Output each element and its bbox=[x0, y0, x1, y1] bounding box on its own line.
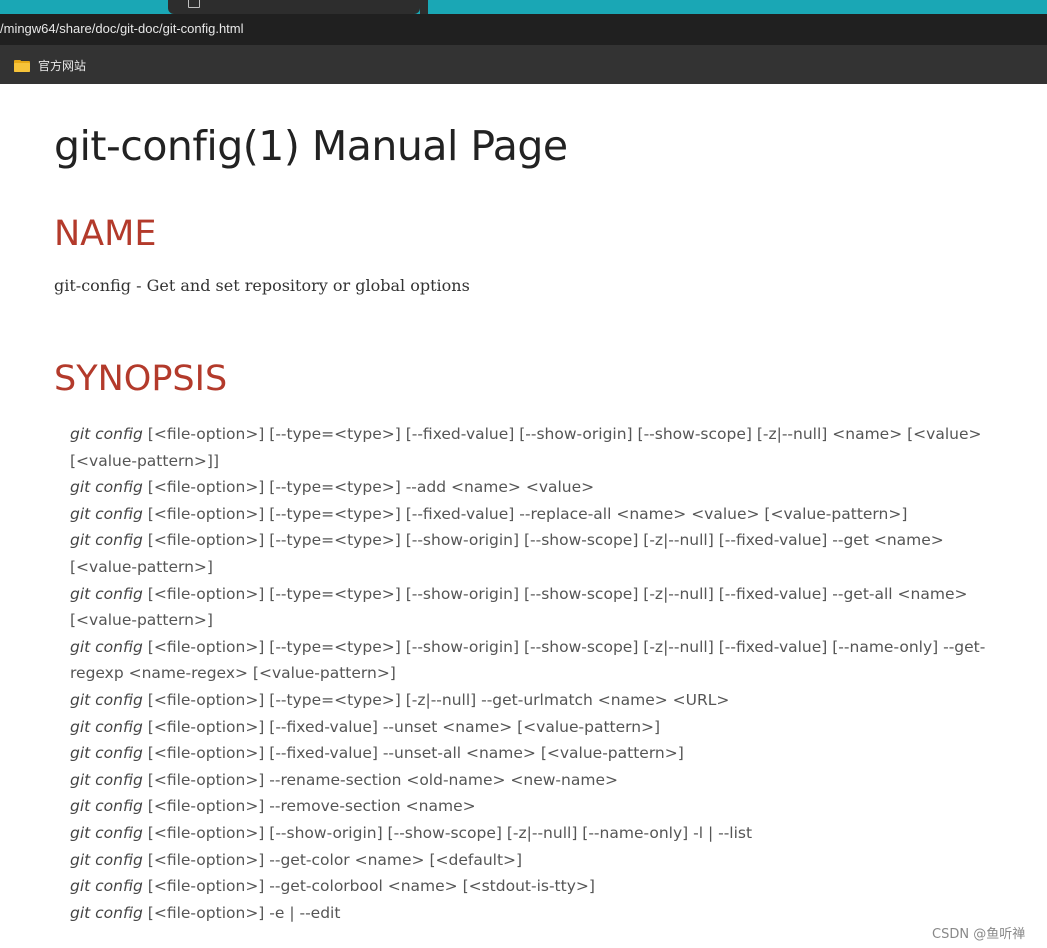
synopsis-args: [<file-option>] --rename-section <old-na… bbox=[147, 770, 618, 789]
synopsis-line: git config [<file-option>] [--fixed-valu… bbox=[70, 714, 1000, 741]
synopsis-line: git config [<file-option>] [--type=<type… bbox=[70, 474, 1000, 501]
synopsis-block: git config [<file-option>] [--type=<type… bbox=[70, 421, 1000, 926]
synopsis-args: [<file-option>] [--type=<type>] --add <n… bbox=[147, 478, 595, 497]
synopsis-args: [<file-option>] [--fixed-value] --unset … bbox=[147, 717, 661, 736]
synopsis-line: git config [<file-option>] --rename-sect… bbox=[70, 767, 1000, 794]
browser-tab-strip bbox=[0, 0, 1047, 14]
synopsis-line: git config [<file-option>] [--type=<type… bbox=[70, 501, 1000, 528]
synopsis-line: git config [<file-option>] [--show-origi… bbox=[70, 820, 1000, 847]
section-heading-name: NAME bbox=[54, 214, 157, 254]
synopsis-command: git config bbox=[70, 504, 143, 523]
address-bar[interactable]: /mingw64/share/doc/git-doc/git-config.ht… bbox=[0, 14, 1047, 45]
synopsis-args: [<file-option>] -e | --edit bbox=[147, 903, 341, 922]
bookmark-item[interactable]: 官方网站 bbox=[14, 57, 86, 74]
section-heading-synopsis: SYNOPSIS bbox=[54, 359, 228, 399]
synopsis-args: [<file-option>] [--type=<type>] [--show-… bbox=[70, 637, 986, 683]
folder-icon bbox=[14, 59, 30, 72]
synopsis-args: [<file-option>] --get-colorbool <name> [… bbox=[147, 877, 595, 896]
synopsis-command: git config bbox=[70, 690, 143, 709]
synopsis-args: [<file-option>] [--type=<type>] [-z|--nu… bbox=[147, 690, 730, 709]
synopsis-command: git config bbox=[70, 823, 143, 842]
synopsis-args: [<file-option>] [--show-origin] [--show-… bbox=[147, 823, 753, 842]
synopsis-args: [<file-option>] --get-color <name> [<def… bbox=[147, 850, 523, 869]
synopsis-command: git config bbox=[70, 850, 143, 869]
synopsis-command: git config bbox=[70, 903, 143, 922]
browser-tab-edge bbox=[420, 0, 428, 14]
browser-tab-active[interactable] bbox=[168, 0, 420, 14]
page-icon bbox=[188, 0, 200, 8]
synopsis-command: git config bbox=[70, 637, 143, 656]
watermark: CSDN @鱼听禅 bbox=[932, 927, 1026, 942]
synopsis-line: git config [<file-option>] [--fixed-valu… bbox=[70, 740, 1000, 767]
synopsis-command: git config bbox=[70, 425, 143, 443]
synopsis-args: [<file-option>] [--type=<type>] [--show-… bbox=[70, 531, 944, 576]
synopsis-line: git config [<file-option>] [--type=<type… bbox=[70, 687, 1000, 714]
synopsis-args: [<file-option>] [--fixed-value] --unset-… bbox=[147, 744, 684, 763]
name-description: git-config - Get and set repository or g… bbox=[54, 276, 470, 295]
synopsis-command: git config bbox=[70, 584, 143, 603]
synopsis-line: git config [<file-option>] --get-colorbo… bbox=[70, 873, 1000, 900]
synopsis-command: git config bbox=[70, 478, 143, 497]
synopsis-line: git config [<file-option>] --get-color <… bbox=[70, 847, 1000, 874]
bookmarks-bar: 官方网站 bbox=[0, 45, 1047, 84]
synopsis-line: git config [<file-option>] [--type=<type… bbox=[70, 421, 1000, 474]
synopsis-line: git config [<file-option>] [--type=<type… bbox=[70, 527, 1000, 580]
synopsis-line: git config [<file-option>] -e | --edit bbox=[70, 900, 1000, 927]
synopsis-line: git config [<file-option>] [--type=<type… bbox=[70, 581, 1000, 634]
synopsis-line: git config [<file-option>] --remove-sect… bbox=[70, 793, 1000, 820]
synopsis-args: [<file-option>] --remove-section <name> bbox=[147, 797, 476, 816]
synopsis-args: [<file-option>] [--type=<type>] [--show-… bbox=[70, 584, 968, 630]
synopsis-command: git config bbox=[70, 797, 143, 816]
page-title: git-config(1) Manual Page bbox=[54, 122, 568, 170]
synopsis-args: [<file-option>] [--type=<type>] [--fixed… bbox=[70, 425, 982, 470]
bookmark-label: 官方网站 bbox=[38, 59, 87, 73]
synopsis-command: git config bbox=[70, 877, 143, 896]
synopsis-command: git config bbox=[70, 531, 143, 550]
synopsis-args: [<file-option>] [--type=<type>] [--fixed… bbox=[147, 504, 908, 523]
synopsis-command: git config bbox=[70, 744, 143, 763]
url-text[interactable]: /mingw64/share/doc/git-doc/git-config.ht… bbox=[0, 21, 244, 36]
synopsis-line: git config [<file-option>] [--type=<type… bbox=[70, 634, 1000, 687]
synopsis-command: git config bbox=[70, 770, 143, 789]
synopsis-command: git config bbox=[70, 717, 143, 736]
